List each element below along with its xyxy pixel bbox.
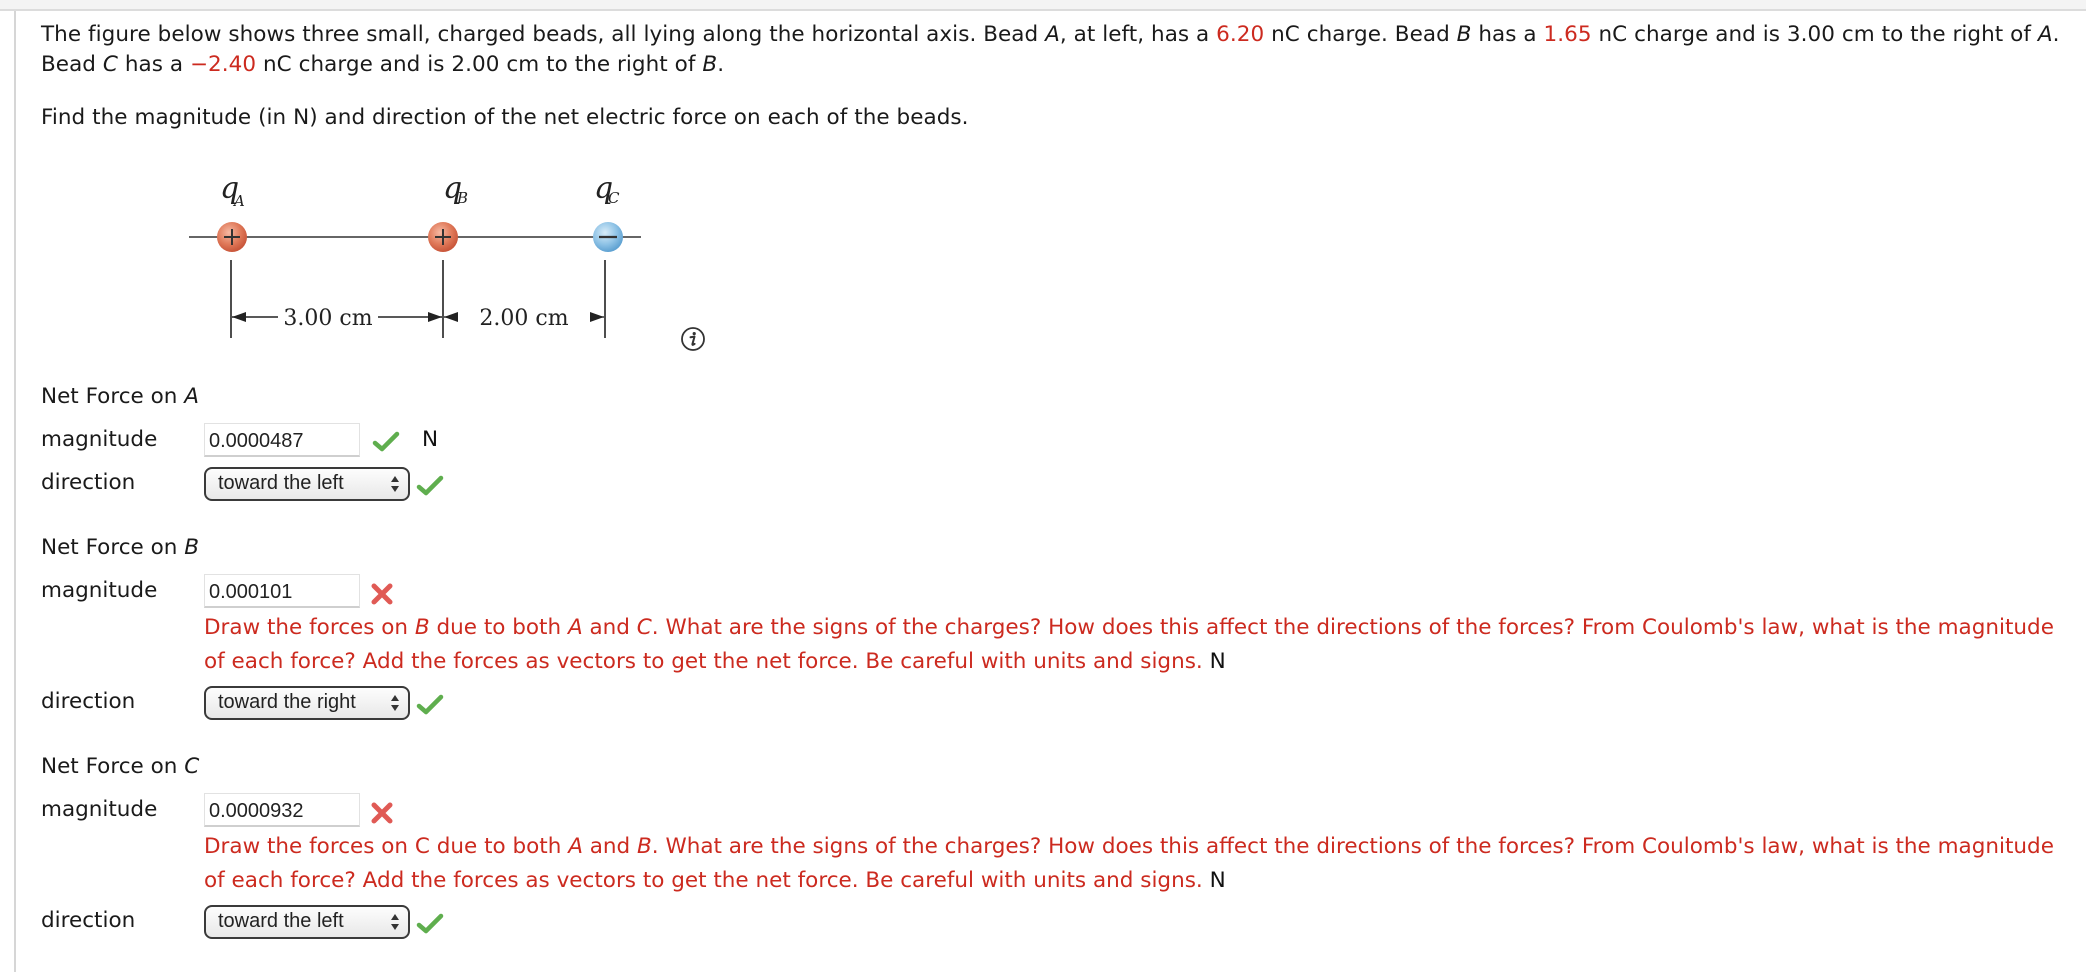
beads-diagram: q A q B q C 3.00 cm 2.00 cm xyxy=(189,171,641,338)
text: Draw the forces on C due to both xyxy=(204,834,569,859)
direction-label-b: direction xyxy=(41,689,136,714)
var-a: A xyxy=(1045,22,1060,47)
text: nC charge and is 2.00 cm to the right of xyxy=(256,52,703,77)
info-icon[interactable] xyxy=(680,326,706,352)
magnitude-input-a[interactable] xyxy=(204,423,360,457)
correct-check-icon xyxy=(416,474,444,498)
magnitude-label-b: magnitude xyxy=(41,578,158,603)
text: has a xyxy=(1471,22,1544,47)
charge-b-value: 1.65 xyxy=(1543,22,1592,47)
var-c: C xyxy=(184,754,200,779)
dist-ab-label: 3.00 cm xyxy=(283,306,372,331)
bead-c xyxy=(593,222,623,252)
charge-a-value: 6.20 xyxy=(1216,22,1265,47)
correct-check-icon xyxy=(372,430,400,454)
var: C xyxy=(636,615,652,640)
beads-figure: q A q B q C 3.00 cm 2.00 cm xyxy=(150,150,750,350)
direction-select-b-value: toward the right xyxy=(218,691,356,713)
correct-check-icon xyxy=(416,693,444,717)
text: Draw the forces on xyxy=(204,615,415,640)
var-a: A xyxy=(2037,22,2053,47)
correct-check-icon xyxy=(416,912,444,936)
section-title-c: Net Force on C xyxy=(41,754,199,779)
text: has a xyxy=(117,52,190,77)
var: B xyxy=(637,834,652,859)
direction-select-c[interactable]: toward the left xyxy=(204,905,410,939)
magnitude-input-b[interactable] xyxy=(204,574,360,608)
unit-label-c: N xyxy=(1209,868,1226,893)
var: B xyxy=(414,615,430,640)
incorrect-x-icon xyxy=(370,582,394,606)
label-qC-sub: C xyxy=(608,189,620,207)
dist-bc-label: 2.00 cm xyxy=(479,306,568,331)
problem-statement: The figure below shows three small, char… xyxy=(41,20,2071,80)
var: A xyxy=(568,834,583,859)
var-a: A xyxy=(184,384,199,409)
incorrect-x-icon xyxy=(370,801,394,825)
text: Net Force on xyxy=(41,754,185,779)
direction-label-a: direction xyxy=(41,470,136,495)
direction-select-b[interactable]: toward the right xyxy=(204,686,410,720)
unit-label-a: N xyxy=(422,427,439,452)
magnitude-label-a: magnitude xyxy=(41,427,158,452)
hint-text-c: Draw the forces on C due to both A and B… xyxy=(204,830,2054,898)
bead-a xyxy=(217,222,247,252)
text: , at left, has a xyxy=(1059,22,1217,47)
label-qB-sub: B xyxy=(456,189,468,207)
text: nC charge and is 3.00 cm to the right of xyxy=(1591,22,2038,47)
section-title-a: Net Force on A xyxy=(41,384,199,409)
var-b: B xyxy=(702,52,718,77)
text: due to both xyxy=(429,615,568,640)
direction-select-c-value: toward the left xyxy=(218,910,344,932)
label-qA-sub: A xyxy=(232,192,245,210)
direction-label-c: direction xyxy=(41,908,136,933)
question-text: Find the magnitude (in N) and direction … xyxy=(41,105,969,130)
select-arrows-icon xyxy=(390,913,400,931)
var-c: C xyxy=(102,52,118,77)
text: Net Force on xyxy=(41,535,185,560)
text: . xyxy=(717,52,725,77)
section-title-b: Net Force on B xyxy=(41,535,199,560)
left-border xyxy=(14,11,16,972)
top-bar xyxy=(0,0,2086,11)
direction-select-a-value: toward the left xyxy=(218,472,344,494)
unit-label-b: N xyxy=(1209,649,1226,674)
select-arrows-icon xyxy=(390,694,400,712)
magnitude-label-c: magnitude xyxy=(41,797,158,822)
charge-c-value: −2.40 xyxy=(189,52,257,77)
text: The figure below shows three small, char… xyxy=(41,22,1046,47)
text: and xyxy=(582,615,637,640)
magnitude-input-c[interactable] xyxy=(204,793,360,827)
var-b: B xyxy=(1456,22,1472,47)
bead-b xyxy=(428,222,458,252)
var-b: B xyxy=(184,535,199,560)
hint-text-b: Draw the forces on B due to both A and C… xyxy=(204,611,2054,679)
direction-select-a[interactable]: toward the left xyxy=(204,467,410,501)
var: A xyxy=(567,615,583,640)
text: and xyxy=(582,834,638,859)
text: nC charge. Bead xyxy=(1264,22,1457,47)
text: Net Force on xyxy=(41,384,185,409)
select-arrows-icon xyxy=(390,475,400,493)
